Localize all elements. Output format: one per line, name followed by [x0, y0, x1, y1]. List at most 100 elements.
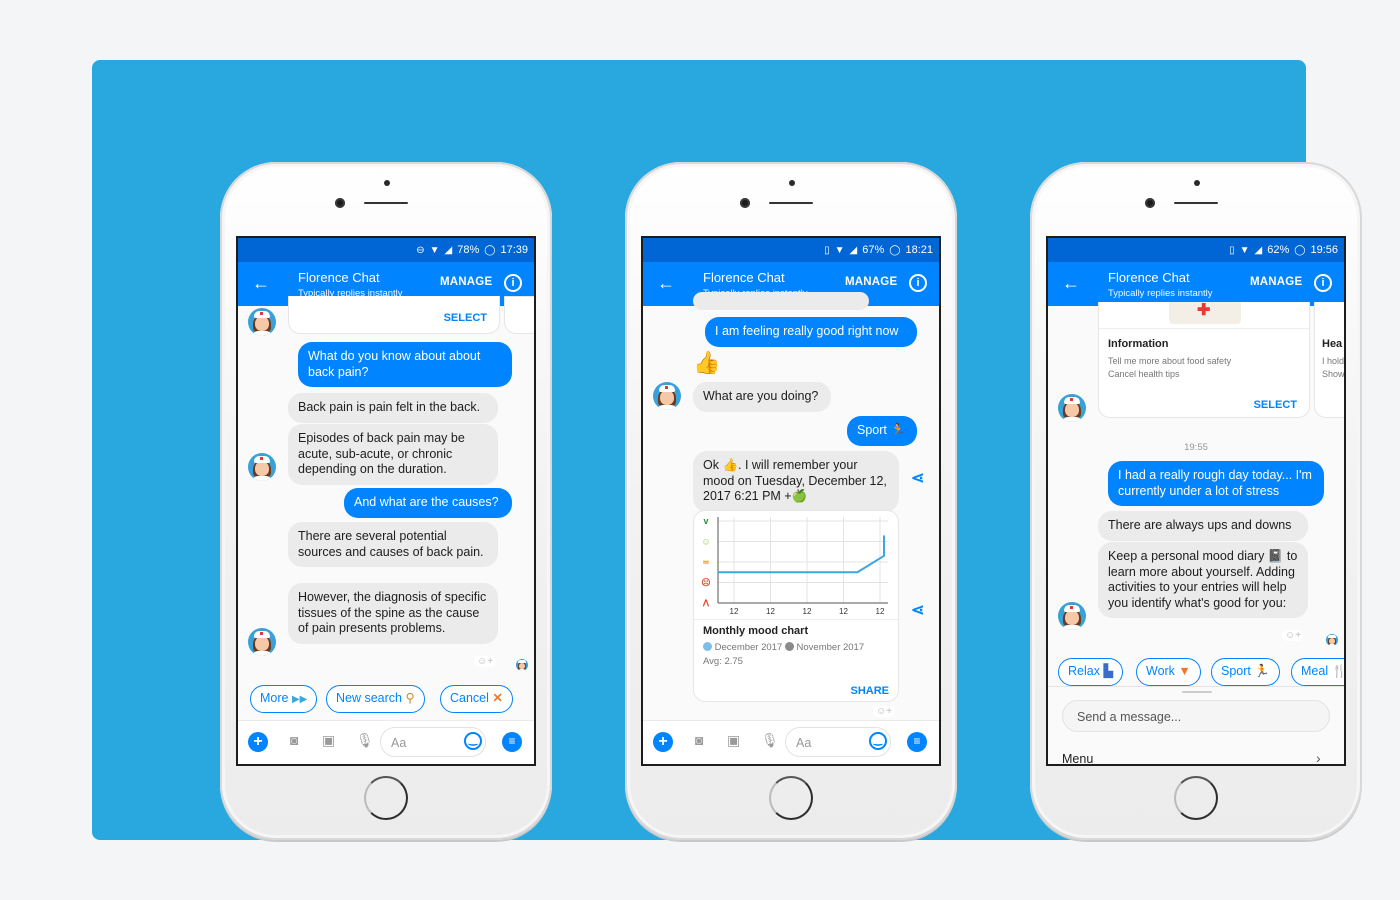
add-reaction-icon[interactable]: ☺+ [1282, 630, 1305, 641]
back-arrow-icon[interactable]: ← [252, 273, 270, 294]
quick-reply-new-search[interactable]: New search ⚲ [326, 685, 425, 713]
dnd-icon: ⊖ [416, 244, 425, 256]
timestamp: 19:55 [1184, 442, 1208, 453]
message-bot: Ok 👍. I will remember your mood on Tuesd… [693, 451, 899, 512]
message-bot: There are always ups and downs [1098, 511, 1308, 541]
mood-chart: 12 12 12 12 12 ᐱ ☹ ≖ ☺ v [701, 516, 888, 616]
menu-icon[interactable]: ≡ [502, 732, 522, 752]
emoji-icon[interactable]: ‿ [464, 732, 482, 750]
share-icon[interactable]: ⋖ [911, 468, 924, 488]
battery-percent: 78% [457, 244, 480, 256]
x-tick-label: 12 [766, 607, 775, 616]
quick-reply-meal[interactable]: Meal 🍴 [1291, 658, 1346, 686]
quick-reply-more[interactable]: More ▶▶ [250, 685, 318, 713]
select-button[interactable]: SELECT [1254, 399, 1297, 411]
share-button[interactable]: SHARE [850, 685, 889, 697]
first-aid-image: ✚ [1169, 302, 1241, 324]
status-bar: ▯ ▼ ◢ 67% ◯ 18:21 [643, 238, 939, 262]
showcase-background: ⊖ ▼ ◢ 78% ◯ 17:39 ← Florence Chat Typica… [92, 60, 1362, 840]
card-title: Hea [1322, 338, 1343, 350]
wifi-icon: ▼ [429, 244, 440, 256]
phone-1: ⊖ ▼ ◢ 78% ◯ 17:39 ← Florence Chat Typica… [220, 162, 552, 840]
home-button[interactable] [1174, 776, 1218, 820]
magnifier-icon: ⚲ [405, 691, 415, 705]
quick-reply-label: Relax [1068, 664, 1100, 678]
manage-button[interactable]: MANAGE [1250, 276, 1302, 288]
proximity-sensor [1194, 180, 1200, 186]
chat-thread: I am feeling really good right now 👍 Wha… [643, 292, 939, 764]
quick-reply-cancel[interactable]: Cancel ✕ [440, 685, 513, 713]
carousel-card-next[interactable] [504, 296, 534, 334]
wifi-icon: ▼ [834, 244, 845, 256]
emoji-icon[interactable]: ‿ [869, 732, 887, 750]
phone-screen: ▯ ▼ ◢ 67% ◯ 18:21 ← Florence Chat Typica… [641, 236, 941, 766]
drag-handle[interactable] [1182, 691, 1212, 693]
read-receipt-avatar [1326, 634, 1338, 646]
mood-good-icon: ☺ [701, 537, 710, 547]
persistent-menu-label[interactable]: Menu [1062, 752, 1093, 764]
quick-reply-relax[interactable]: Relax ▙ [1058, 658, 1124, 686]
carousel-card-information: ✚ Information Tell me more about food sa… [1098, 302, 1310, 418]
microphone-icon[interactable]: 🎙 [356, 732, 374, 749]
carousel-card-next[interactable]: Hea I hold Show [1314, 302, 1345, 418]
quick-reply-label: Meal [1301, 664, 1329, 678]
image-icon[interactable]: ▣ [322, 732, 335, 749]
x-tick-label: 12 [730, 607, 739, 616]
vibrate-icon: ▯ [824, 244, 830, 256]
select-button[interactable]: SELECT [444, 312, 487, 324]
message-bot: Episodes of back pain may be acute, sub-… [288, 424, 498, 485]
plus-icon[interactable]: + [653, 732, 673, 752]
quick-reply-label: Cancel [450, 691, 489, 705]
vibrate-icon: ▯ [1229, 244, 1235, 256]
fast-forward-icon: ▶▶ [291, 694, 308, 705]
menu-icon[interactable]: ≡ [907, 732, 927, 752]
plus-icon[interactable]: + [248, 732, 268, 752]
composer-bar: + ◙ ▣ 🎙 Aa ‿ ≡ [238, 720, 534, 764]
card-line[interactable]: Cancel health tips [1108, 369, 1180, 379]
phone-screen: ▯ ▼ ◢ 62% ◯ 19:56 ← Florence Chat Typica… [1046, 236, 1346, 766]
card-line[interactable]: Tell me more about food safety [1108, 356, 1231, 366]
add-reaction-icon[interactable]: ☺+ [474, 656, 497, 667]
front-camera [335, 198, 345, 208]
card-line: I hold [1322, 356, 1345, 366]
front-camera [1145, 198, 1155, 208]
cutlery-icon: 🍴 [1331, 664, 1346, 678]
bot-avatar [1058, 394, 1086, 422]
camera-icon[interactable]: ◙ [290, 732, 298, 748]
info-icon[interactable]: i [504, 274, 522, 292]
legend-label: November 2017 [796, 642, 865, 653]
red-cross-icon: ✚ [1197, 302, 1211, 319]
bot-avatar [248, 628, 276, 656]
cross-icon: ✕ [492, 691, 503, 705]
status-bar: ▯ ▼ ◢ 62% ◯ 19:56 [1048, 238, 1344, 262]
home-button[interactable] [769, 776, 813, 820]
home-button[interactable] [364, 776, 408, 820]
camera-icon[interactable]: ◙ [695, 732, 703, 748]
add-reaction-icon[interactable]: ☺+ [873, 706, 896, 717]
read-receipt-avatar [516, 659, 528, 671]
microphone-icon[interactable]: 🎙 [761, 732, 779, 749]
bot-avatar [653, 382, 681, 410]
mood-bad-icon: ☹ [701, 578, 710, 588]
message-input[interactable]: Send a message... [1062, 700, 1330, 732]
manage-button[interactable]: MANAGE [845, 276, 897, 288]
image-icon[interactable]: ▣ [727, 732, 740, 749]
message-user: What do you know about about back pain? [298, 342, 512, 387]
share-icon[interactable]: ⋖ [911, 600, 924, 620]
chevron-right-icon[interactable]: › [1316, 750, 1321, 764]
card-line: Show [1322, 369, 1345, 379]
quick-reply-sport[interactable]: Sport 🏃 [1211, 658, 1280, 686]
back-arrow-icon[interactable]: ← [657, 273, 675, 294]
proximity-sensor [384, 180, 390, 186]
message-bot: There are several potential sources and … [288, 522, 498, 567]
chat-title: Florence Chat [1108, 270, 1190, 285]
chat-thread: SELECT What do you know about about back… [238, 296, 534, 764]
earpiece-speaker [364, 202, 408, 204]
card-title: Information [1108, 338, 1169, 350]
battery-icon: ◯ [889, 244, 901, 256]
manage-button[interactable]: MANAGE [440, 276, 492, 288]
quick-reply-work[interactable]: Work ▼ [1136, 658, 1201, 686]
info-icon[interactable]: i [909, 274, 927, 292]
back-arrow-icon[interactable]: ← [1062, 273, 1080, 294]
info-icon[interactable]: i [1314, 274, 1332, 292]
